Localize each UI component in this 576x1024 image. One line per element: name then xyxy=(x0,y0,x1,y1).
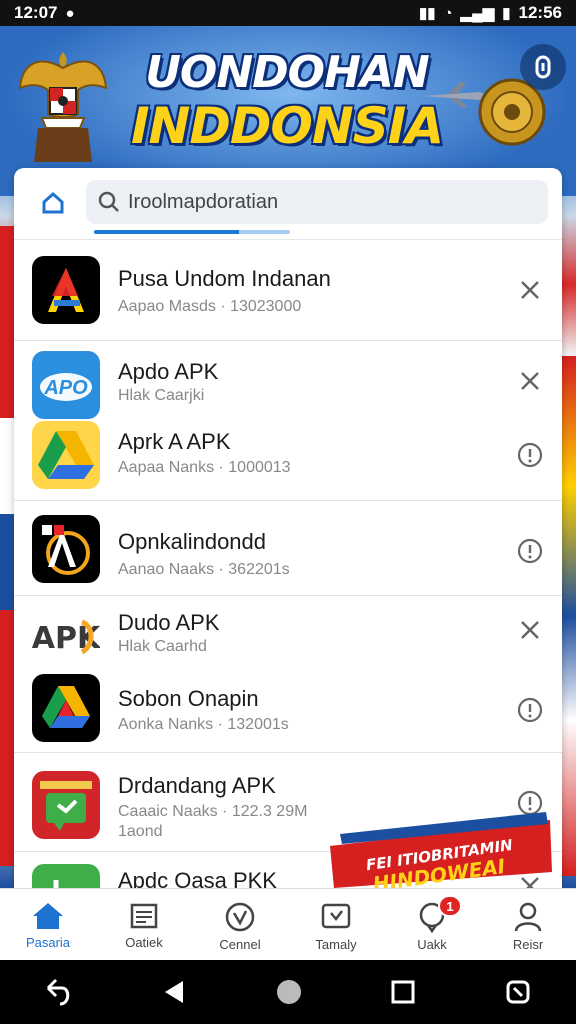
promo-banner[interactable]: FEI ITIOBRITAMIN HINDOWEAI xyxy=(320,810,560,890)
search-input[interactable] xyxy=(128,190,528,214)
nav-label-family: Tamaly xyxy=(315,937,357,952)
info-button[interactable] xyxy=(514,694,546,726)
item-name: Drdandang APK xyxy=(118,773,276,798)
hero-title-line1: UONDOHAN xyxy=(145,47,430,98)
item-subtitle: Hlak Caarhd xyxy=(118,638,207,655)
list-item[interactable]: APK Dudo APK Hlak Caarhd xyxy=(14,596,562,670)
nav-label-profile: Reisr xyxy=(512,937,544,952)
status-bar: 12:07 ● ▮▮ ◔ ▂▄▆ ▮ 12:56 xyxy=(0,0,576,26)
gallery-icon xyxy=(321,903,351,929)
message-app-icon xyxy=(40,781,92,831)
app-icon xyxy=(32,256,100,324)
info-icon xyxy=(517,538,543,564)
item-subtitle: Caaaic Naaks · 122.3 29M xyxy=(118,803,308,820)
notification-badge: 1 xyxy=(438,895,462,917)
apdo-logo-text: APO xyxy=(43,377,88,399)
apdo-logo-icon: APO xyxy=(40,373,92,401)
status-time: 12:07 xyxy=(14,3,58,22)
status-clock: 12:56 xyxy=(518,3,562,22)
item-name: Aprk A APK xyxy=(118,429,231,454)
wifi-icon: ◔ xyxy=(443,4,453,22)
list-item[interactable]: Pusa Undom Indanan Aapao Masds · 1302300… xyxy=(14,240,562,340)
remove-button[interactable] xyxy=(514,614,546,646)
profile-icon xyxy=(514,902,542,932)
remove-button[interactable] xyxy=(514,274,546,306)
item-subtitle: Aapaa Nanks · 1000013 xyxy=(118,459,291,476)
app-a-logo-icon xyxy=(48,268,84,312)
app-icon: APK xyxy=(32,602,100,670)
battery-icon: ▮ xyxy=(502,5,511,22)
drive-logo-icon xyxy=(38,431,94,479)
list-item[interactable]: Opnkalindondd Aanao Naaks · 362201s xyxy=(14,501,562,595)
compass-icon xyxy=(225,902,255,932)
list-item[interactable]: Sobon Onapin Aonka Nanks · 132001s xyxy=(14,670,562,752)
home-icon xyxy=(33,903,63,929)
recents-square-icon[interactable] xyxy=(389,978,417,1006)
app-icon xyxy=(32,771,100,839)
signal-icon: ▂▄▆ xyxy=(460,5,495,22)
search-icon xyxy=(98,191,119,212)
item-name: Opnkalindondd xyxy=(118,529,267,554)
item-name: Sobon Onapin xyxy=(118,686,259,711)
nav-label-home: Pasaria xyxy=(25,935,71,950)
app-icon xyxy=(32,421,100,489)
nav-item-channel[interactable]: Cennel xyxy=(192,889,288,961)
list-item[interactable]: APO Apdo APK Hlak Caarjki xyxy=(14,341,562,419)
vibrate-icon: ▮▮ xyxy=(418,5,436,22)
close-icon xyxy=(521,372,539,390)
item-name: Apdc Oasa PKK xyxy=(118,868,277,888)
apk-list-card: Pusa Undom Indanan Aapao Masds · 1302300… xyxy=(14,168,562,888)
search-progress-indicator xyxy=(94,230,290,234)
info-icon xyxy=(517,697,543,723)
back-triangle-icon[interactable] xyxy=(159,977,189,1007)
back-gesture-icon[interactable] xyxy=(42,976,74,1008)
green-app-icon xyxy=(53,880,59,888)
home-outline-icon[interactable] xyxy=(40,190,66,216)
remove-button[interactable] xyxy=(514,365,546,397)
nav-label-channel: Cennel xyxy=(219,937,261,952)
link-icon xyxy=(535,55,551,79)
close-icon xyxy=(521,621,539,639)
drive-dark-logo-icon xyxy=(42,686,90,728)
item-name: Pusa Undom Indanan xyxy=(118,266,331,291)
app-icon: APO xyxy=(32,351,100,419)
system-navigation-bar xyxy=(0,960,576,1024)
item-subtitle: Aonka Nanks · 132001s xyxy=(118,716,289,733)
notification-dot-icon: ● xyxy=(65,4,75,22)
item-subtitle-extra: 1aond xyxy=(118,823,163,840)
garuda-emblem-icon xyxy=(18,52,108,162)
bottom-navigation: Pasaria Oatiek Cennel Tamaly 1 Uakk Reis… xyxy=(0,888,576,960)
apk-logo-icon: APK xyxy=(32,619,100,656)
item-subtitle: Aapao Masds · 13023000 xyxy=(118,298,302,315)
info-icon xyxy=(517,442,543,468)
app-icon xyxy=(32,515,100,583)
item-subtitle: Hlak Caarjki xyxy=(118,387,205,404)
app-a-circle-icon xyxy=(42,525,90,575)
nav-item-home[interactable]: Pasaria xyxy=(0,889,96,961)
info-button[interactable] xyxy=(514,535,546,567)
news-icon xyxy=(130,903,158,929)
nav-label-chat: Uakk xyxy=(417,937,447,952)
home-circle-icon[interactable] xyxy=(274,977,304,1007)
sync-button[interactable] xyxy=(520,44,566,90)
item-subtitle: Aanao Naaks · 362201s xyxy=(118,561,290,578)
app-icon xyxy=(32,674,100,742)
item-name: Dudo APK xyxy=(118,610,220,635)
nav-item-news[interactable]: Oatiek xyxy=(96,889,192,961)
nav-item-chat[interactable]: 1 Uakk xyxy=(384,889,480,961)
search-row xyxy=(14,168,562,240)
hero-title-line2: INDDONSIA xyxy=(130,97,444,155)
list-item[interactable]: Aprk A APK Aapaa Nanks · 1000013 xyxy=(14,417,562,499)
hero-title: UONDOHAN INDDONSIA xyxy=(112,47,462,155)
nav-item-family[interactable]: Tamaly xyxy=(288,889,384,961)
nav-item-profile[interactable]: Reisr xyxy=(480,889,576,961)
info-button[interactable] xyxy=(514,439,546,471)
close-icon xyxy=(521,281,539,299)
nav-label-news: Oatiek xyxy=(125,935,163,950)
item-name: Apdo APK xyxy=(118,359,219,384)
search-box[interactable] xyxy=(86,180,548,224)
app-icon xyxy=(32,864,100,888)
rotate-icon[interactable] xyxy=(502,976,534,1008)
